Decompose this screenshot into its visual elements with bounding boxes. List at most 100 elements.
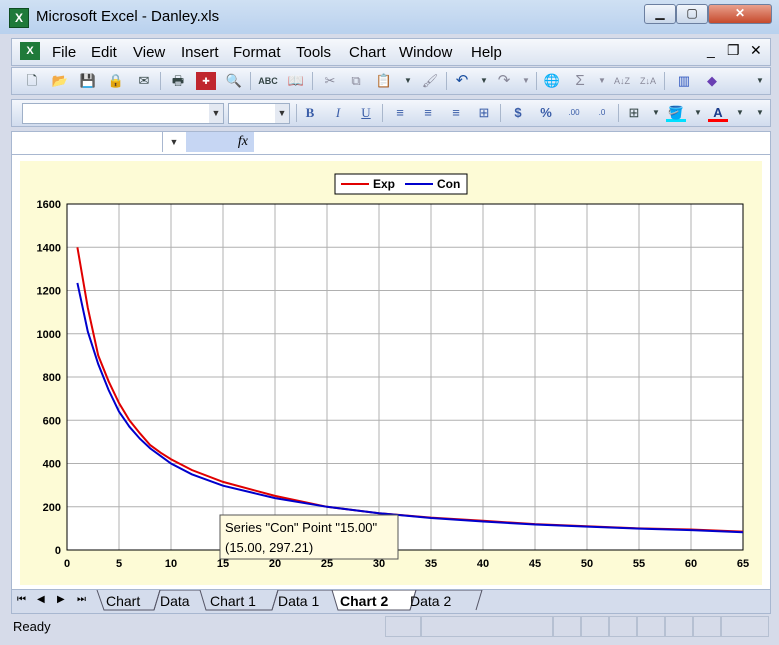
format-painter-icon[interactable]: 🖌 — [420, 72, 440, 90]
menu-chart[interactable]: Chart — [349, 44, 386, 61]
tab-chart[interactable]: Chart — [106, 593, 140, 609]
align-left-icon[interactable]: ≡ — [390, 104, 410, 122]
first-sheet-icon[interactable]: ⏮ — [17, 594, 26, 605]
font-color-icon[interactable]: A — [708, 104, 728, 122]
line-chart[interactable]: 0 200 400 600 800 1000 1200 1400 1600 0 5 10 15 20 25 3… — [20, 161, 762, 585]
toolbar-options-icon[interactable]: ▼ — [750, 104, 770, 122]
doc-close-icon[interactable]: ✕ — [750, 42, 762, 59]
decrease-decimal-icon[interactable]: .0 — [592, 104, 612, 122]
paste-icon[interactable]: 📋 — [374, 72, 394, 90]
prev-sheet-icon[interactable]: ◀ — [37, 594, 45, 605]
menu-format[interactable]: Format — [233, 44, 281, 61]
x-tick-label: 0 — [64, 558, 70, 570]
separator — [250, 72, 251, 90]
hyperlink-icon[interactable]: 🌐 — [542, 72, 562, 90]
print-preview-icon[interactable]: 🔍 — [224, 72, 244, 90]
save-icon[interactable]: 💾 — [78, 72, 98, 90]
sort-ascending-icon[interactable]: A↓Z — [612, 72, 632, 90]
excel-icon[interactable]: X — [9, 8, 29, 28]
autosum-dropdown-icon[interactable]: ▼ — [592, 72, 612, 90]
x-tick-label: 25 — [321, 558, 333, 570]
redo-dropdown-icon[interactable]: ▼ — [516, 72, 536, 90]
permission-icon[interactable]: 🔒 — [106, 72, 126, 90]
spelling-icon[interactable]: ABC — [258, 72, 278, 90]
chevron-down-icon[interactable]: ▼ — [209, 104, 223, 123]
doc-minimize-icon[interactable]: _ — [707, 42, 715, 58]
research-book-icon[interactable]: 📖 — [286, 72, 306, 90]
borders-icon[interactable]: ⊞ — [624, 104, 644, 122]
undo-icon[interactable]: ↶ — [452, 72, 472, 90]
chevron-down-icon[interactable]: ▼ — [164, 132, 184, 152]
status-cell — [665, 616, 693, 637]
email-icon[interactable]: ✉ — [134, 72, 154, 90]
align-center-icon[interactable]: ≡ — [418, 104, 438, 122]
maximize-button[interactable]: ▢ — [676, 4, 708, 24]
x-tick-label: 35 — [425, 558, 437, 570]
status-cell — [693, 616, 721, 637]
status-cell — [421, 616, 553, 637]
font-color-dropdown-icon[interactable]: ▼ — [730, 104, 750, 122]
x-tick-label: 60 — [685, 558, 697, 570]
research-icon[interactable]: ✚ — [196, 72, 216, 90]
tooltip-line-2: (15.00, 297.21) — [225, 540, 313, 555]
new-icon[interactable]: 🗋 — [22, 72, 42, 90]
menu-view[interactable]: View — [133, 44, 165, 61]
menu-insert[interactable]: Insert — [181, 44, 219, 61]
tab-chart-2[interactable]: Chart 2 — [340, 593, 388, 609]
font-size-box[interactable]: ▼ — [228, 103, 290, 124]
y-tick-label: 400 — [43, 459, 61, 471]
doc-restore-icon[interactable]: ❐ — [727, 42, 740, 59]
toolbar-options-icon[interactable]: ▼ — [750, 72, 770, 90]
menu-window[interactable]: Window — [399, 44, 452, 61]
font-name-box[interactable]: ▼ — [22, 103, 224, 124]
fill-dropdown-icon[interactable]: ▼ — [688, 104, 708, 122]
last-sheet-icon[interactable]: ⏭ — [77, 594, 86, 605]
borders-dropdown-icon[interactable]: ▼ — [646, 104, 666, 122]
chart-area[interactable]: 0 200 400 600 800 1000 1200 1400 1600 0 5 10 15 20 25 3… — [20, 161, 762, 585]
copy-icon[interactable]: ⧉ — [346, 72, 366, 90]
underline-button[interactable]: U — [356, 104, 376, 122]
x-tick-label: 55 — [633, 558, 645, 570]
separator — [536, 72, 537, 90]
chevron-down-icon[interactable]: ▼ — [275, 104, 289, 123]
formula-bar: ▼ fx — [11, 131, 771, 155]
menu-help[interactable]: Help — [471, 44, 502, 61]
fill-color-icon[interactable]: 🪣 — [666, 104, 686, 122]
print-icon[interactable]: 🖶 — [168, 72, 188, 90]
menu-file[interactable]: File — [52, 44, 76, 61]
y-tick-label: 1200 — [37, 286, 61, 298]
redo-icon[interactable]: ↷ — [494, 72, 514, 90]
tab-data-2[interactable]: Data 2 — [410, 593, 451, 609]
chart-wizard-icon[interactable]: ▥ — [674, 72, 694, 90]
tab-chart-1[interactable]: Chart 1 — [210, 593, 256, 609]
workbook-icon[interactable]: X — [20, 42, 40, 60]
align-right-icon[interactable]: ≡ — [446, 104, 466, 122]
minimize-button[interactable]: ▁ — [644, 4, 676, 24]
excel-window: X Microsoft Excel - Danley.xls ▁ ▢ ✕ X F… — [0, 0, 779, 645]
sort-descending-icon[interactable]: Z↓A — [638, 72, 658, 90]
percent-button[interactable]: % — [536, 104, 556, 122]
undo-dropdown-icon[interactable]: ▼ — [474, 72, 494, 90]
name-box[interactable] — [12, 132, 163, 152]
italic-button[interactable]: I — [328, 104, 348, 122]
tab-data-1[interactable]: Data 1 — [278, 593, 319, 609]
open-icon[interactable]: 📂 — [50, 72, 70, 90]
close-button[interactable]: ✕ — [708, 4, 772, 24]
cut-icon[interactable]: ✂ — [320, 72, 340, 90]
merge-center-icon[interactable]: ⊞ — [474, 104, 494, 122]
menu-tools[interactable]: Tools — [296, 44, 331, 61]
y-tick-label: 1600 — [37, 199, 61, 211]
tab-data[interactable]: Data — [160, 593, 190, 609]
minimize-icon: ▁ — [655, 6, 665, 20]
next-sheet-icon[interactable]: ▶ — [57, 594, 65, 605]
increase-decimal-icon[interactable]: .00 — [564, 104, 584, 122]
autosum-icon[interactable]: Σ — [570, 72, 590, 90]
status-cell — [385, 616, 421, 637]
bold-button[interactable]: B — [300, 104, 320, 122]
menu-edit[interactable]: Edit — [91, 44, 117, 61]
drawing-icon[interactable]: ◆ — [702, 72, 722, 90]
currency-button[interactable]: $ — [508, 104, 528, 122]
separator — [618, 104, 619, 122]
insert-function-button[interactable]: fx — [186, 132, 254, 152]
paste-dropdown-icon[interactable]: ▼ — [398, 72, 418, 90]
